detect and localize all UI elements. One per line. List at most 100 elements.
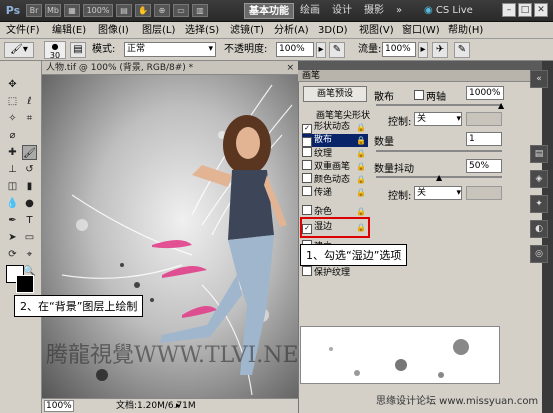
type-tool-icon[interactable]: T bbox=[22, 213, 37, 228]
flow-slider-button[interactable]: ▸ bbox=[418, 42, 428, 58]
status-menu-icon[interactable]: ▸ bbox=[176, 399, 181, 413]
lock-icon[interactable]: 🔒 bbox=[356, 149, 366, 158]
paths-panel-icon[interactable]: ✦ bbox=[530, 195, 548, 213]
channels-panel-icon[interactable]: ◈ bbox=[530, 170, 548, 188]
masks-panel-icon[interactable]: ◎ bbox=[530, 245, 548, 263]
lock-icon[interactable]: 🔒 bbox=[356, 175, 366, 184]
menu-edit[interactable]: 编辑(E) bbox=[50, 23, 88, 38]
brush-panel-toggle-icon[interactable]: ▤ bbox=[70, 42, 86, 58]
checkbox[interactable] bbox=[302, 205, 312, 215]
menu-select[interactable]: 选择(S) bbox=[183, 23, 221, 38]
document-canvas[interactable]: 腾龍視覺WWW.TLVI.NET bbox=[42, 75, 298, 398]
close-button[interactable]: ✕ bbox=[534, 3, 548, 17]
scatter-value-field[interactable]: 1000% bbox=[466, 86, 504, 100]
workspace-photography[interactable]: 摄影 bbox=[360, 3, 388, 19]
menu-help[interactable]: 帮助(H) bbox=[446, 23, 485, 38]
adjustments-panel-icon[interactable]: ◐ bbox=[530, 220, 548, 238]
stamp-tool-icon[interactable]: ⊥ bbox=[5, 162, 20, 177]
menu-3d[interactable]: 3D(D) bbox=[316, 23, 350, 38]
cs-live-button[interactable]: ◉ CS Live bbox=[424, 3, 473, 19]
checkbox[interactable]: ✓ bbox=[302, 137, 312, 147]
scatter-slider-thumb[interactable]: ▲ bbox=[498, 101, 504, 110]
quick-select-tool-icon[interactable]: ✧ bbox=[5, 111, 20, 126]
checkbox[interactable] bbox=[302, 173, 312, 183]
tool-preset-picker[interactable]: 🖌▾ bbox=[4, 42, 34, 58]
close-tab-icon[interactable]: × bbox=[286, 61, 294, 75]
airbrush-icon[interactable]: ✈ bbox=[432, 42, 448, 58]
checkbox[interactable]: ✓ bbox=[302, 124, 312, 134]
lasso-tool-icon[interactable]: ℓ bbox=[22, 94, 37, 109]
checkbox[interactable] bbox=[302, 186, 312, 196]
eraser-tool-icon[interactable]: ◫ bbox=[5, 179, 20, 194]
gradient-tool-icon[interactable]: ▮ bbox=[22, 179, 37, 194]
minimize-button[interactable]: – bbox=[502, 3, 516, 17]
checkbox[interactable] bbox=[302, 147, 312, 157]
dodge-tool-icon[interactable]: ● bbox=[22, 196, 37, 211]
extras-icon[interactable]: ▥ bbox=[192, 4, 208, 17]
shape-tool-icon[interactable]: ▭ bbox=[22, 230, 37, 245]
screen-mode-icon[interactable]: ▭ bbox=[173, 4, 189, 17]
menu-layer[interactable]: 图层(L) bbox=[140, 23, 177, 38]
brush-size-picker[interactable]: ● 30 bbox=[44, 41, 66, 60]
both-axes-checkbox[interactable]: 两轴 bbox=[414, 88, 446, 103]
menu-image[interactable]: 图像(I) bbox=[96, 23, 131, 38]
checkbox[interactable] bbox=[302, 266, 312, 276]
option-protect-texture[interactable]: 保护纹理 bbox=[302, 266, 368, 279]
zoom-level-icon[interactable]: 100% bbox=[83, 4, 113, 17]
menu-file[interactable]: 文件(F) bbox=[4, 23, 42, 38]
eyedropper-tool-icon[interactable]: ⌀ bbox=[5, 128, 20, 143]
workspace-painting[interactable]: 绘画 bbox=[296, 3, 324, 19]
menu-analysis[interactable]: 分析(A) bbox=[272, 23, 311, 38]
pressure-opacity-icon[interactable]: ✎ bbox=[329, 42, 345, 58]
lock-icon[interactable]: 🔒 bbox=[356, 162, 366, 171]
background-color-swatch[interactable] bbox=[16, 275, 34, 293]
lock-icon[interactable]: 🔒 bbox=[356, 136, 366, 145]
move-tool-icon[interactable]: ✥ bbox=[5, 77, 20, 92]
opacity-field[interactable]: 100% bbox=[276, 42, 314, 57]
marquee-tool-icon[interactable]: ⬚ bbox=[5, 94, 20, 109]
lock-icon[interactable]: 🔒 bbox=[356, 207, 366, 216]
document-tab[interactable]: 人物.tif @ 100% (背景, RGB/8#) * × bbox=[42, 61, 298, 75]
hand-icon[interactable]: ✋ bbox=[135, 4, 151, 17]
menu-view[interactable]: 视图(V) bbox=[357, 23, 396, 38]
crop-tool-icon[interactable]: ⌗ bbox=[22, 111, 37, 126]
control-select-2[interactable]: 关 ▾ bbox=[414, 186, 462, 200]
checkbox[interactable] bbox=[302, 160, 312, 170]
minibridge-icon[interactable]: Mb bbox=[45, 4, 61, 17]
arrange-icon[interactable]: ▤ bbox=[116, 4, 132, 17]
checkbox[interactable] bbox=[414, 90, 424, 100]
3d-rotate-tool-icon[interactable]: ⟳ bbox=[5, 247, 20, 262]
history-brush-tool-icon[interactable]: ↺ bbox=[22, 162, 37, 177]
panel-collapse-icon[interactable]: « bbox=[530, 70, 548, 88]
menu-window[interactable]: 窗口(W) bbox=[400, 23, 442, 38]
healing-tool-icon[interactable]: ✚ bbox=[5, 145, 20, 160]
flow-field[interactable]: 100% bbox=[382, 42, 416, 57]
count-jitter-field[interactable]: 50% bbox=[466, 159, 502, 173]
pressure-size-icon[interactable]: ✎ bbox=[454, 42, 470, 58]
workspace-design[interactable]: 设计 bbox=[328, 3, 356, 19]
lock-icon[interactable]: 🔒 bbox=[356, 123, 366, 132]
workspace-essentials[interactable]: 基本功能 bbox=[244, 3, 294, 19]
mode-select[interactable]: 正常 ▾ bbox=[124, 42, 216, 57]
brush-tip-shape-heading[interactable]: 画笔笔尖形状 bbox=[316, 108, 370, 121]
bridge-icon[interactable]: Br bbox=[26, 4, 42, 17]
count-slider[interactable] bbox=[376, 150, 502, 152]
maximize-button[interactable]: □ bbox=[518, 3, 532, 17]
opacity-slider-button[interactable]: ▸ bbox=[316, 42, 326, 58]
control-select[interactable]: 关 ▾ bbox=[414, 112, 462, 126]
guides-icon[interactable]: ▦ bbox=[64, 4, 80, 17]
scatter-slider[interactable] bbox=[376, 104, 502, 106]
pen-tool-icon[interactable]: ✒ bbox=[5, 213, 20, 228]
path-select-tool-icon[interactable]: ➤ bbox=[5, 230, 20, 245]
brush-presets-button[interactable]: 画笔预设 bbox=[303, 86, 367, 102]
brush-tool-icon[interactable]: 🖌 bbox=[22, 145, 37, 160]
menu-filter[interactable]: 滤镜(T) bbox=[228, 23, 266, 38]
workspace-more-button[interactable]: » bbox=[392, 3, 406, 19]
blur-tool-icon[interactable]: 💧 bbox=[5, 196, 20, 211]
layers-panel-icon[interactable]: ▤ bbox=[530, 145, 548, 163]
zoom-field[interactable]: 100% bbox=[44, 400, 74, 412]
count-field[interactable]: 1 bbox=[466, 132, 502, 146]
zoom-icon[interactable]: ⊕ bbox=[154, 4, 170, 17]
count-jitter-slider-thumb[interactable]: ▲ bbox=[436, 173, 442, 182]
3d-camera-tool-icon[interactable]: ⌖ bbox=[22, 247, 37, 262]
